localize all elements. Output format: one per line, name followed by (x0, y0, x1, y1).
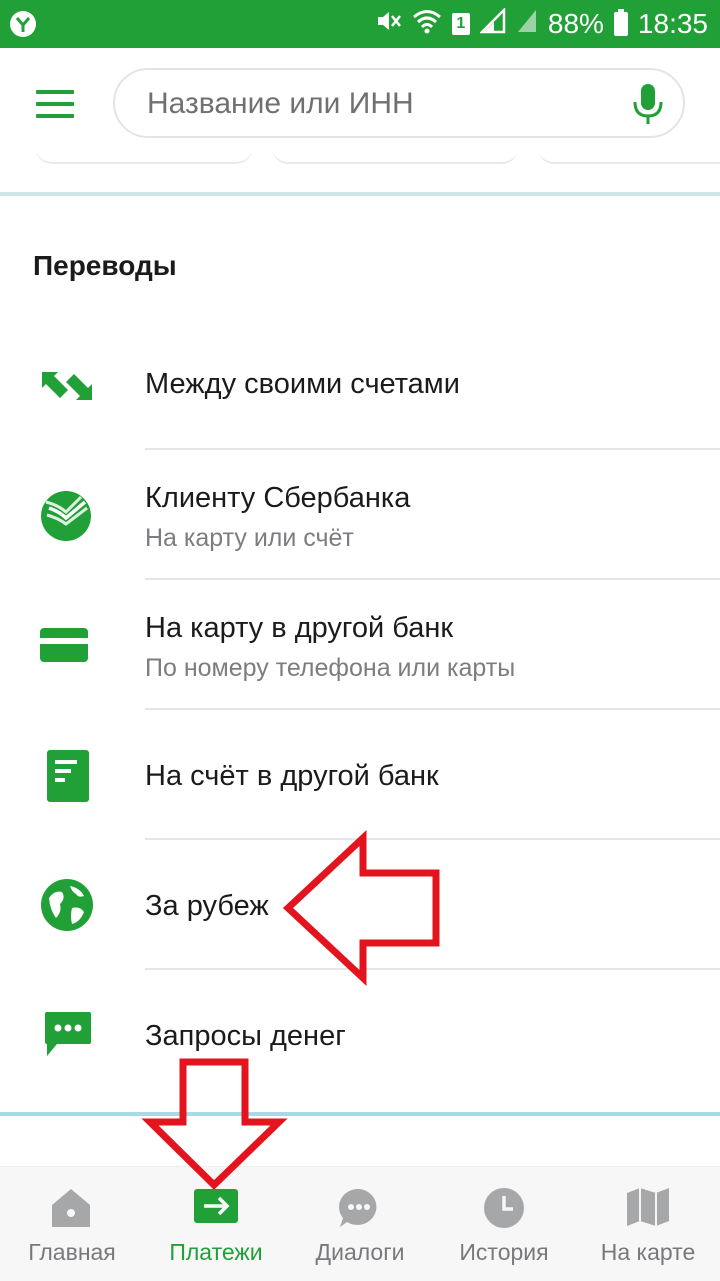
card-icon (40, 628, 88, 669)
chat-bubble-icon (45, 1012, 91, 1063)
globe-icon (40, 878, 94, 937)
item-title: Запросы денег (145, 1020, 346, 1052)
nav-label: Диалоги (315, 1239, 405, 1265)
nav-item-dialogs[interactable]: Диалоги (288, 1167, 432, 1281)
transfer-arrows-icon (40, 366, 94, 411)
home-icon (50, 1187, 92, 1232)
nav-label: Платежи (169, 1239, 263, 1265)
menu-icon[interactable] (36, 90, 76, 120)
clock-time: 18:35 (637, 8, 708, 39)
battery-icon (613, 9, 628, 36)
item-title: На карту в другой банк (145, 612, 454, 644)
signal-icon (478, 6, 506, 41)
payments-arrow-icon (194, 1187, 238, 1230)
nav-item-payments[interactable]: Платежи (144, 1167, 288, 1281)
top-bar (0, 48, 720, 160)
list-item-money-requests[interactable]: Запросы денег (0, 970, 720, 1110)
item-subtitle: На карту или счёт (145, 524, 354, 552)
sim-indicator: 1 (451, 13, 470, 35)
section-divider (0, 1112, 720, 1116)
carousel-chip (272, 148, 518, 164)
nav-label: История (459, 1239, 549, 1265)
item-title: На счёт в другой банк (145, 760, 439, 792)
signal-2-icon (516, 8, 538, 41)
map-icon (625, 1187, 671, 1232)
microphone-icon[interactable] (633, 84, 663, 126)
list-item-card-other-bank[interactable]: На карту в другой банк По номеру телефон… (0, 580, 720, 710)
item-title: Клиенту Сбербанка (145, 482, 411, 514)
nav-item-home[interactable]: Главная (0, 1167, 144, 1281)
item-title: Между своими счетами (145, 368, 460, 400)
battery-percent: 88% (547, 8, 604, 39)
sberbank-logo-icon (40, 490, 92, 547)
search-input[interactable] (145, 70, 609, 138)
nav-label: На карте (600, 1239, 696, 1265)
app-notification-icon (10, 11, 36, 37)
section-divider (0, 192, 720, 196)
list-item-sberbank-client[interactable]: Клиенту Сбербанка На карту или счёт (0, 450, 720, 580)
mute-icon (374, 7, 402, 42)
bottom-navigation: Главная Платежи Диалоги История На карте (0, 1166, 720, 1281)
dialogs-icon (338, 1187, 380, 1234)
clock-icon (483, 1187, 525, 1234)
list-item-own-accounts[interactable]: Между своими счетами (0, 322, 720, 450)
status-bar: 1 88% 18:35 (0, 0, 720, 48)
nav-label: Главная (28, 1239, 116, 1265)
search-box[interactable] (113, 68, 685, 138)
wifi-icon (412, 8, 442, 41)
carousel-chip (538, 148, 720, 164)
item-subtitle: По номеру телефона или карты (145, 654, 516, 682)
item-title: За рубеж (145, 890, 269, 922)
document-icon (47, 750, 89, 807)
nav-item-history[interactable]: История (432, 1167, 576, 1281)
carousel-chip (36, 148, 252, 164)
section-title: Переводы (33, 250, 177, 281)
nav-item-map[interactable]: На карте (576, 1167, 720, 1281)
list-item-abroad[interactable]: За рубеж (0, 840, 720, 970)
list-item-account-other-bank[interactable]: На счёт в другой банк (0, 710, 720, 840)
